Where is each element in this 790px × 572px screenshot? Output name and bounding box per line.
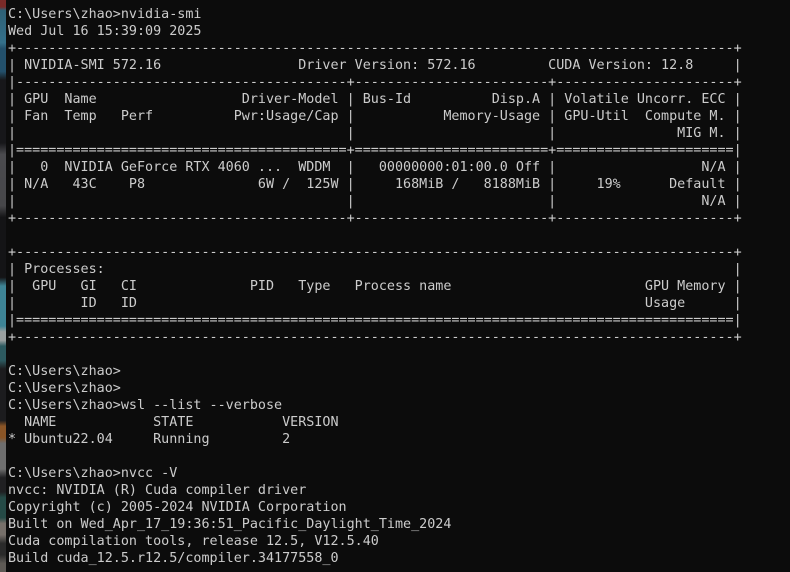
- nvcc-version-block: C:\Users\zhao>nvcc -V nvcc: NVIDIA (R) C…: [8, 465, 790, 567]
- wsl-list-output: NAME STATE VERSION * Ubuntu22.04 Running…: [8, 414, 790, 448]
- prompt-lines-and-wsl-command: C:\Users\zhao> C:\Users\zhao> C:\Users\z…: [8, 363, 790, 414]
- desktop-background-sliver: [0, 0, 6, 572]
- desktop-screen: C:\Users\zhao>nvidia-smi Wed Jul 16 15:3…: [0, 0, 790, 572]
- nvidia-smi-table: +---------------------------------------…: [8, 40, 790, 227]
- nvidia-smi-command-line: C:\Users\zhao>nvidia-smi Wed Jul 16 15:3…: [8, 6, 790, 40]
- nvidia-smi-processes-table: +---------------------------------------…: [8, 244, 790, 346]
- terminal-window[interactable]: C:\Users\zhao>nvidia-smi Wed Jul 16 15:3…: [8, 6, 790, 572]
